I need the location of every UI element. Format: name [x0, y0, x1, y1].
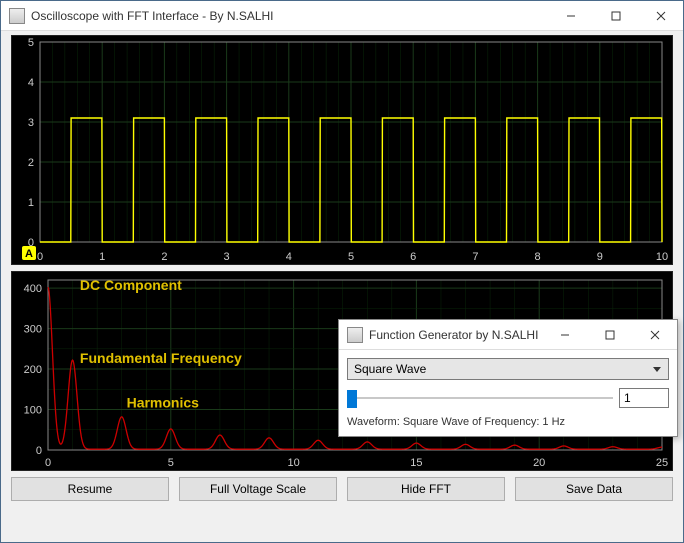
svg-text:300: 300	[24, 324, 42, 336]
svg-text:15: 15	[410, 457, 422, 469]
svg-text:9: 9	[597, 251, 603, 263]
fg-status-text: Waveform: Square Wave of Frequency: 1 Hz	[347, 416, 669, 428]
svg-text:1: 1	[28, 197, 34, 209]
button-bar: Resume Full Voltage Scale Hide FFT Save …	[11, 477, 673, 501]
svg-text:DC Component: DC Component	[80, 277, 182, 293]
fg-freq-slider[interactable]	[347, 388, 613, 408]
svg-text:3: 3	[28, 117, 34, 129]
fg-maximize-button[interactable]	[587, 320, 632, 349]
fg-freq-row	[347, 388, 669, 408]
function-generator-window[interactable]: Function Generator by N.SALHI Square Wav…	[338, 319, 678, 437]
svg-text:A: A	[25, 248, 33, 260]
svg-text:7: 7	[472, 251, 478, 263]
svg-text:200: 200	[24, 364, 42, 376]
main-window: Oscilloscope with FFT Interface - By N.S…	[0, 0, 684, 543]
svg-text:0: 0	[37, 251, 43, 263]
svg-text:1: 1	[99, 251, 105, 263]
svg-text:2: 2	[28, 157, 34, 169]
main-title: Oscilloscope with FFT Interface - By N.S…	[31, 9, 548, 23]
svg-text:5: 5	[168, 457, 174, 469]
svg-text:400: 400	[24, 283, 42, 295]
full-voltage-scale-button[interactable]: Full Voltage Scale	[179, 477, 337, 501]
fg-freq-input[interactable]	[619, 388, 669, 408]
resume-button[interactable]: Resume	[11, 477, 169, 501]
maximize-button[interactable]	[593, 1, 638, 30]
close-button[interactable]	[638, 1, 683, 30]
svg-text:4: 4	[28, 77, 34, 89]
fg-close-button[interactable]	[632, 320, 677, 349]
svg-text:0: 0	[45, 457, 51, 469]
svg-text:8: 8	[535, 251, 541, 263]
svg-text:6: 6	[410, 251, 416, 263]
svg-text:Fundamental Frequency: Fundamental Frequency	[80, 350, 242, 366]
fg-app-icon	[347, 327, 363, 343]
hide-fft-button[interactable]: Hide FFT	[347, 477, 505, 501]
svg-text:4: 4	[286, 251, 292, 263]
content-area: 012345678910543210A 05101520254003002001…	[1, 31, 683, 542]
svg-text:3: 3	[224, 251, 230, 263]
svg-text:0: 0	[36, 445, 42, 457]
fg-title: Function Generator by N.SALHI	[369, 328, 542, 342]
svg-text:5: 5	[28, 37, 34, 49]
app-icon	[9, 8, 25, 24]
fg-waveform-select[interactable]: Square Wave	[347, 358, 669, 380]
svg-text:100: 100	[24, 405, 42, 417]
svg-text:5: 5	[348, 251, 354, 263]
fg-body: Square Wave Waveform: Square Wave of Fre…	[339, 350, 677, 436]
svg-text:Harmonics: Harmonics	[127, 395, 200, 411]
oscilloscope-chart: 012345678910543210A	[11, 35, 673, 265]
svg-text:20: 20	[533, 457, 545, 469]
save-data-button[interactable]: Save Data	[515, 477, 673, 501]
oscilloscope-svg: 012345678910543210A	[12, 36, 672, 266]
main-titlebar[interactable]: Oscilloscope with FFT Interface - By N.S…	[1, 1, 683, 31]
svg-text:10: 10	[287, 457, 299, 469]
fg-waveform-select-wrap: Square Wave	[347, 358, 669, 380]
fg-minimize-button[interactable]	[542, 320, 587, 349]
svg-text:25: 25	[656, 457, 668, 469]
minimize-button[interactable]	[548, 1, 593, 30]
svg-text:10: 10	[656, 251, 668, 263]
fg-titlebar[interactable]: Function Generator by N.SALHI	[339, 320, 677, 350]
slider-thumb-icon[interactable]	[347, 390, 357, 408]
svg-text:2: 2	[161, 251, 167, 263]
